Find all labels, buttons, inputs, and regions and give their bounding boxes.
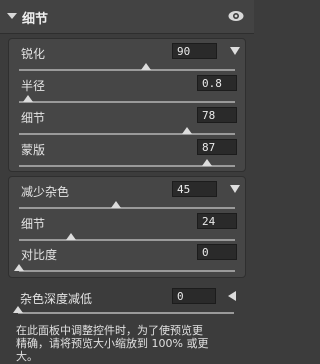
sharpen-masking-row: 蒙版 87 xyxy=(9,139,245,171)
sharpen-detail-label: 细节 xyxy=(21,111,46,125)
noise-detail-slider-thumb[interactable] xyxy=(65,233,76,240)
color-noise-track[interactable] xyxy=(18,312,234,314)
sharpen-amount-label: 锐化 xyxy=(21,47,46,61)
color-noise-label: 杂色深度减低 xyxy=(20,292,93,306)
color-noise-slider-thumb[interactable] xyxy=(13,306,23,313)
sharpen-radius-field[interactable]: 0.8 xyxy=(197,75,237,91)
sharpen-radius-row: 半径 0.8 xyxy=(9,75,245,107)
sharpen-amount-field[interactable]: 90 xyxy=(172,43,217,59)
hint-line-3: 大。 xyxy=(16,350,38,363)
sharpen-masking-label: 蒙版 xyxy=(21,143,46,157)
noise-contrast-label: 对比度 xyxy=(21,248,58,262)
noise-detail-track[interactable] xyxy=(19,239,235,241)
sharpen-amount-row: 锐化 90 xyxy=(9,43,245,75)
detail-panel: 细节 锐化 90 半径 0.8 细节 78 蒙版 87 减少杂色 45 细节 2… xyxy=(0,0,254,364)
sharpen-radius-label: 半径 xyxy=(21,79,46,93)
noise-contrast-track[interactable] xyxy=(19,270,235,272)
noise-contrast-slider-thumb[interactable] xyxy=(14,264,24,271)
noise-reduce-field[interactable]: 45 xyxy=(172,181,217,197)
sharpen-radius-track[interactable] xyxy=(19,101,235,103)
noise-detail-label: 细节 xyxy=(21,217,46,231)
sharpen-radius-slider-thumb[interactable] xyxy=(22,95,33,102)
noise-reduce-slider-thumb[interactable] xyxy=(111,201,122,208)
noise-contrast-field[interactable]: 0 xyxy=(197,244,237,260)
noise-detail-field[interactable]: 24 xyxy=(197,213,237,229)
color-noise-row: 杂色深度减低 0 xyxy=(8,288,244,320)
noise-reduce-row: 减少杂色 45 xyxy=(9,181,245,213)
sharpen-amount-slider-thumb[interactable] xyxy=(141,63,152,70)
color-noise-field[interactable]: 0 xyxy=(172,288,216,304)
reset-triangle-icon[interactable] xyxy=(228,291,236,301)
hint-line-1: 在此面板中调整控件时，为了使预览更 xyxy=(16,324,203,337)
sharpen-group: 锐化 90 半径 0.8 细节 78 蒙版 87 xyxy=(8,38,246,172)
sharpen-masking-slider-thumb[interactable] xyxy=(201,159,212,166)
noise-reduce-track[interactable] xyxy=(19,207,235,209)
sharpen-detail-track[interactable] xyxy=(19,133,235,135)
sharpen-amount-track[interactable] xyxy=(19,69,235,71)
noise-reduction-group: 减少杂色 45 细节 24 对比度 0 xyxy=(8,176,246,278)
hint-line-2: 精确，请将预览大小缩放到 100% 或更 xyxy=(16,337,209,350)
preview-hint-text: 在此面板中调整控件时，为了使预览更 精确，请将预览大小缩放到 100% 或更 大… xyxy=(16,324,248,363)
sharpen-detail-field[interactable]: 78 xyxy=(197,107,237,123)
collapse-triangle-icon[interactable] xyxy=(7,13,17,19)
panel-header[interactable]: 细节 xyxy=(0,0,254,34)
sharpen-detail-row: 细节 78 xyxy=(9,107,245,139)
noise-detail-row: 细节 24 xyxy=(9,213,245,245)
panel-title: 细节 xyxy=(22,12,49,27)
noise-contrast-row: 对比度 0 xyxy=(9,244,245,276)
noise-reduce-label: 减少杂色 xyxy=(21,185,70,199)
sharpen-masking-field[interactable]: 87 xyxy=(197,139,237,155)
eye-icon[interactable] xyxy=(228,10,244,22)
sharpen-detail-slider-thumb[interactable] xyxy=(182,127,193,134)
